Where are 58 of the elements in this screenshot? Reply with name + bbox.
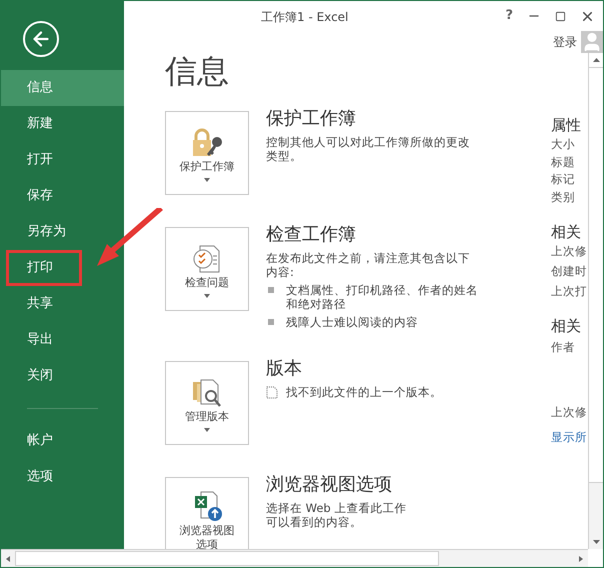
property-label: 类别 xyxy=(551,190,576,204)
vertical-scrollbar[interactable] xyxy=(588,53,603,549)
pointer-arrow xyxy=(95,208,165,268)
horizontal-scrollbar[interactable] xyxy=(1,549,588,567)
sidebar-item[interactable]: 打开 xyxy=(1,142,124,178)
section-description: 在发布此文件之前，请注意其包含以下内容: xyxy=(266,251,471,279)
date-label: 创建时 xyxy=(551,264,588,278)
people-heading: 相关 xyxy=(551,317,582,335)
section-description: 控制其他人可以对此工作簿所做的更改类型。 xyxy=(266,135,471,163)
sidebar-item[interactable]: 保存 xyxy=(1,178,124,214)
help-button[interactable]: ? xyxy=(505,6,513,26)
lock-key-icon xyxy=(190,128,224,158)
sidebar-item[interactable]: 导出 xyxy=(1,322,124,358)
sidebar-item[interactable]: 打印 xyxy=(6,250,82,286)
sidebar-item[interactable]: 共享 xyxy=(1,286,124,322)
sidebar-item[interactable]: 另存为 xyxy=(1,214,124,250)
dates-heading: 相关 xyxy=(551,223,582,241)
maximize-icon[interactable] xyxy=(555,10,566,22)
section-title: 版本 xyxy=(266,358,303,380)
dropdown-caret-icon xyxy=(204,178,210,182)
dropdown-caret-icon xyxy=(204,294,210,298)
bullet-text: 文档属性、打印机路径、作者的姓名和绝对路径 xyxy=(286,283,479,311)
section-description: 可以看到的内容。 xyxy=(266,515,363,529)
documents-magnifier-icon xyxy=(191,378,223,408)
bullet-text: 残障人士难以阅读的内容 xyxy=(286,315,418,329)
properties-heading: 属性 xyxy=(551,116,582,134)
people-label: 作者 xyxy=(551,340,576,354)
modified-by-label: 上次修 xyxy=(551,405,588,419)
property-label: 标题 xyxy=(551,154,576,168)
scroll-down-icon[interactable] xyxy=(592,540,600,544)
back-button[interactable] xyxy=(23,21,59,57)
sidebar-item[interactable]: 选项 xyxy=(1,459,124,495)
show-all-link[interactable]: 显示所 xyxy=(551,430,588,444)
section-title: 检查工作簿 xyxy=(266,224,357,246)
property-label: 标记 xyxy=(551,172,576,186)
sidebar-item[interactable]: 新建 xyxy=(1,106,124,142)
sidebar-item[interactable]: 信息 xyxy=(1,70,124,106)
scroll-up-icon[interactable] xyxy=(592,58,600,62)
section-description: 选择在 Web 上查看此工作 xyxy=(266,501,408,515)
property-label: 大小 xyxy=(551,137,576,151)
bullet-icon xyxy=(268,319,274,325)
document-icon xyxy=(266,386,278,398)
feature-button[interactable]: 管理版本 xyxy=(165,361,249,445)
sign-in-link[interactable]: 登录 xyxy=(553,33,577,51)
date-label: 上次修 xyxy=(551,244,588,258)
window-title: 工作簿1 - Excel xyxy=(261,9,348,26)
date-label: 上次打 xyxy=(551,284,588,298)
sidebar-item[interactable]: 帐户 xyxy=(1,423,124,459)
dropdown-caret-icon xyxy=(204,428,210,432)
page-title: 信息 xyxy=(165,53,230,91)
feature-button[interactable]: 保护工作簿 xyxy=(165,111,249,195)
section-title: 保护工作簿 xyxy=(266,108,357,130)
version-note: 找不到此文件的上一个版本。 xyxy=(286,385,442,399)
section-title: 浏览器视图选项 xyxy=(266,474,393,496)
feature-button[interactable]: 检查问题 xyxy=(165,227,249,311)
bullet-icon xyxy=(268,287,274,293)
checklist-document-icon xyxy=(192,244,222,274)
sidebar-item[interactable]: 关闭 xyxy=(1,358,124,394)
